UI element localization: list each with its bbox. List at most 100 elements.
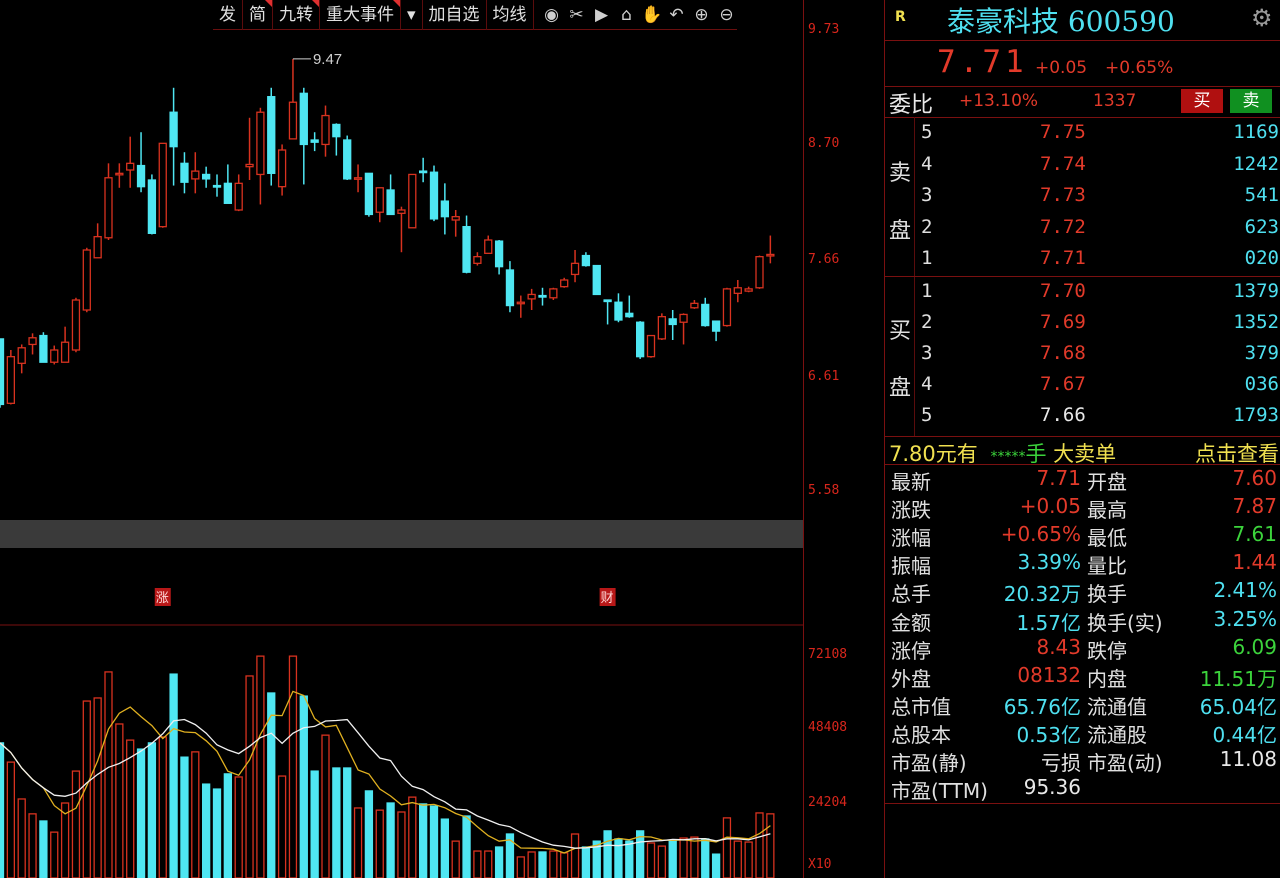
volume-bar bbox=[582, 847, 589, 878]
hand-icon[interactable]: ✋ bbox=[642, 5, 662, 25]
volume-bar bbox=[517, 857, 524, 878]
lock-icon[interactable]: ⌂ bbox=[617, 5, 637, 25]
volume-bar bbox=[257, 656, 264, 878]
zoom-in-icon[interactable]: ⊕ bbox=[692, 5, 712, 25]
zoom-out-icon[interactable]: ⊖ bbox=[717, 5, 737, 25]
stat-value: +0.65% bbox=[1001, 522, 1081, 546]
toolbar-item[interactable]: ▾ bbox=[401, 0, 423, 30]
toolbar-icons: ◉✂▶⌂✋↶⊕⊖ bbox=[534, 5, 737, 25]
candle bbox=[420, 158, 427, 182]
volume-bar bbox=[235, 777, 242, 878]
candle bbox=[593, 266, 600, 295]
stat-value: 3.25% bbox=[1213, 607, 1277, 631]
stat-value: 0.53亿 bbox=[1016, 719, 1081, 748]
candle-body bbox=[116, 173, 123, 175]
candle-body bbox=[745, 289, 752, 291]
buy-side-label: 买 bbox=[889, 313, 911, 345]
volume-bar bbox=[322, 735, 329, 878]
candle-body bbox=[615, 302, 622, 320]
candle bbox=[723, 288, 730, 327]
order-book-row[interactable]: 57.751169 bbox=[885, 121, 1280, 152]
book-qty: 1242 bbox=[1233, 153, 1279, 175]
book-price: 7.74 bbox=[1040, 153, 1086, 175]
stat-value: 11.51万 bbox=[1200, 663, 1277, 692]
toolbar-item[interactable]: 简 bbox=[243, 0, 273, 30]
chart-scrollbar[interactable] bbox=[0, 520, 803, 548]
candle-body bbox=[409, 174, 416, 227]
candle bbox=[51, 346, 58, 365]
candle-body bbox=[159, 143, 166, 226]
scissors-icon[interactable]: ✂ bbox=[567, 5, 587, 25]
volume-bar bbox=[170, 674, 177, 878]
order-book-row[interactable]: 47.67036 bbox=[885, 373, 1280, 404]
book-level: 5 bbox=[921, 404, 932, 426]
volume-bar bbox=[474, 851, 481, 878]
stat-label: 流通股 bbox=[1087, 719, 1147, 748]
order-book-row[interactable]: 57.661793 bbox=[885, 404, 1280, 435]
volume-bar bbox=[214, 789, 221, 878]
gear-icon[interactable]: ⚙ bbox=[1251, 4, 1273, 32]
undo-icon[interactable]: ↶ bbox=[667, 5, 687, 25]
candle-body bbox=[333, 124, 340, 136]
stat-label: 最低 bbox=[1087, 522, 1127, 551]
stat-value: 11.08 bbox=[1220, 747, 1277, 771]
eye-icon[interactable]: ◉ bbox=[542, 5, 562, 25]
play-icon[interactable]: ▶ bbox=[592, 5, 612, 25]
candle-body bbox=[51, 350, 58, 362]
volume-bar bbox=[344, 768, 351, 878]
stat-label: 最新 bbox=[891, 466, 931, 495]
order-book-row[interactable]: 17.71020 bbox=[885, 247, 1280, 278]
volume-bar bbox=[192, 752, 199, 878]
stat-value: 20.32万 bbox=[1004, 578, 1081, 607]
book-qty: 036 bbox=[1245, 373, 1279, 395]
stat-label: 外盘 bbox=[891, 663, 931, 692]
stat-label: 跌停 bbox=[1087, 635, 1127, 664]
stat-label: 内盘 bbox=[1087, 663, 1127, 692]
order-book-row[interactable]: 27.691352 bbox=[885, 311, 1280, 342]
candle bbox=[116, 163, 123, 187]
order-book-row[interactable]: 37.73541 bbox=[885, 184, 1280, 215]
candle-body bbox=[279, 150, 286, 187]
volume-bar bbox=[148, 743, 155, 878]
order-book-row[interactable]: 17.701379 bbox=[885, 280, 1280, 311]
candle-body bbox=[257, 112, 264, 174]
volume-bar bbox=[658, 846, 665, 878]
candle-body bbox=[648, 336, 655, 357]
sell-side-label: 卖 bbox=[889, 155, 911, 187]
stat-value: 7.60 bbox=[1232, 466, 1277, 490]
order-book-row[interactable]: 37.68379 bbox=[885, 342, 1280, 373]
candle bbox=[365, 173, 372, 216]
volume-bar bbox=[745, 842, 752, 878]
toolbar-item[interactable]: 重大事件 bbox=[320, 0, 401, 30]
candle bbox=[105, 163, 112, 240]
book-qty: 1352 bbox=[1233, 311, 1279, 333]
stat-label: 量比 bbox=[1087, 550, 1127, 579]
buy-button[interactable]: 买 bbox=[1181, 89, 1223, 113]
stat-label: 市盈(TTM) bbox=[891, 775, 988, 804]
volume-bar bbox=[51, 832, 58, 878]
price-change-pct: +0.65% bbox=[1105, 58, 1173, 78]
book-qty: 623 bbox=[1245, 216, 1279, 238]
candle-body bbox=[702, 304, 709, 325]
order-book-row[interactable]: 47.741242 bbox=[885, 153, 1280, 184]
toolbar-item[interactable]: 发 bbox=[213, 0, 243, 30]
toolbar-item[interactable]: 加自选 bbox=[423, 0, 487, 30]
volume-bar bbox=[648, 843, 655, 878]
candle-body bbox=[127, 163, 134, 170]
toolbar-item[interactable]: 均线 bbox=[487, 0, 534, 30]
stat-label: 换手(实) bbox=[1087, 607, 1163, 636]
order-book-row[interactable]: 27.72623 bbox=[885, 216, 1280, 247]
stat-value: 1.57亿 bbox=[1016, 607, 1081, 636]
event-marker-label: 财 bbox=[601, 591, 614, 606]
stat-label: 开盘 bbox=[1087, 466, 1127, 495]
kline-chart[interactable]: 9.47涨财 bbox=[0, 0, 803, 878]
candle bbox=[485, 236, 492, 254]
stat-label: 涨幅 bbox=[891, 522, 931, 551]
candle-body bbox=[7, 357, 14, 404]
candle bbox=[561, 278, 568, 288]
stat-value: +0.05 bbox=[1020, 494, 1081, 518]
sell-button[interactable]: 卖 bbox=[1230, 89, 1272, 113]
candle bbox=[127, 137, 134, 188]
toolbar-item[interactable]: 九转 bbox=[273, 0, 320, 30]
volume-bar bbox=[496, 847, 503, 878]
